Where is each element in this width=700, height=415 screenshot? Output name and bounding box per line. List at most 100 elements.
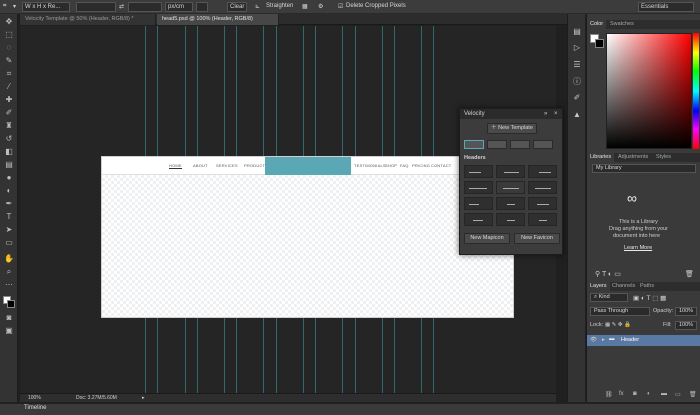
healing-tool-icon[interactable]: ✚ [3, 94, 15, 105]
filter-icons[interactable]: ▣ ◐ T ⬚ ▦ [633, 294, 666, 302]
tab-layers[interactable]: Layers [587, 282, 610, 291]
tab-styles[interactable]: Styles [653, 153, 674, 162]
nav-link-faq[interactable]: FAQ [400, 163, 409, 168]
brush-presets-icon[interactable]: ✐ [571, 92, 583, 103]
template-thumb[interactable] [487, 140, 507, 149]
new-mapicon-button[interactable]: New Mapicon [464, 233, 510, 244]
header-thumb[interactable] [464, 213, 493, 226]
mask-icon[interactable]: ◙ [633, 391, 637, 397]
more-tools-icon[interactable]: ⋯ [3, 279, 15, 290]
nav-link-testimonials[interactable]: TESTIMONIALS [354, 163, 386, 168]
background-color-swatch[interactable] [7, 300, 15, 308]
tab-paths[interactable]: Paths [637, 282, 657, 291]
tab-swatches[interactable]: Swatches [607, 20, 637, 29]
nav-link-contact[interactable]: CONTACT [431, 163, 451, 168]
delete-layer-icon[interactable]: 🗑 [689, 391, 697, 398]
info-icon[interactable]: ⓘ [571, 76, 583, 87]
header-thumb[interactable] [528, 213, 557, 226]
hand-tool-icon[interactable]: ✋ [3, 253, 15, 264]
play-icon[interactable]: ▸ [142, 394, 145, 402]
nav-link-pricing[interactable]: PRICING [412, 163, 430, 168]
straighten-label[interactable]: Straighten [266, 3, 293, 9]
hue-slider[interactable] [693, 33, 699, 149]
header-thumb[interactable] [464, 197, 493, 210]
properties-icon[interactable]: ☰ [571, 59, 583, 70]
fx-icon[interactable]: fx [619, 391, 624, 397]
template-thumb[interactable] [533, 140, 553, 149]
header-thumb[interactable] [528, 181, 557, 194]
stamp-tool-icon[interactable]: ♜ [3, 120, 15, 131]
brush-tool-icon[interactable]: ✐ [3, 107, 15, 118]
eyedropper-tool-icon[interactable]: ⁄ [3, 81, 15, 92]
tab-channels[interactable]: Channels [609, 282, 638, 291]
link-layers-icon[interactable]: ⛓ [605, 391, 613, 398]
quick-mask-icon[interactable]: ◙ [3, 312, 15, 323]
nav-link-shop[interactable]: SHOP [385, 163, 397, 168]
pen-tool-icon[interactable]: ✒ [3, 198, 15, 209]
unit-field[interactable]: px/cm [165, 2, 193, 12]
straighten-icon[interactable]: ⊾ [255, 3, 260, 10]
screen-mode-icon[interactable]: ▣ [3, 325, 15, 336]
history-brush-tool-icon[interactable]: ↺ [3, 133, 15, 144]
history-icon[interactable]: ▤ [571, 26, 583, 37]
new-favicon-button[interactable]: New Favicon [514, 233, 560, 244]
clear-button[interactable]: Clear [227, 2, 247, 12]
expand-arrow-icon[interactable]: ▸ [602, 337, 605, 343]
quick-select-tool-icon[interactable]: ✎ [3, 55, 15, 66]
path-select-tool-icon[interactable]: ➤ [3, 224, 15, 235]
header-thumb[interactable] [496, 197, 525, 210]
crop-tool-icon[interactable]: ⌗ [3, 68, 15, 79]
nav-link-home[interactable]: HOME [169, 163, 182, 169]
fill-field[interactable]: 100% [675, 321, 697, 330]
timeline-tab[interactable]: Timeline [24, 405, 46, 411]
crop-tool-icon[interactable]: ⌗ [3, 3, 6, 10]
tab-adjustments[interactable]: Adjustments [615, 153, 651, 162]
close-icon[interactable]: × [554, 109, 558, 119]
tab-head5[interactable]: head5.psd @ 100% (Header, RGB/8) [157, 14, 279, 25]
new-group-icon[interactable]: ▬ [661, 391, 667, 397]
velocity-icon[interactable]: ▲ [571, 109, 583, 120]
template-thumb[interactable] [464, 140, 484, 149]
new-template-button[interactable]: ＋ New Template [487, 123, 537, 134]
nav-link-services[interactable]: SERVICES [216, 163, 238, 168]
header-thumb[interactable] [496, 165, 525, 178]
tab-libraries[interactable]: Libraries [587, 153, 615, 162]
learn-more-link[interactable]: Learn More [624, 245, 652, 251]
velocity-panel-header[interactable]: Velocity » × [460, 109, 562, 119]
gear-icon[interactable]: ⚙ [318, 3, 323, 10]
header-thumb[interactable] [496, 181, 525, 194]
template-thumb[interactable] [510, 140, 530, 149]
tab-velocity-template[interactable]: Velocity Template @ 50% (Header, RGB/8) … [20, 14, 156, 25]
layer-row[interactable]: 👁 ▸ ▬ Header [587, 335, 700, 346]
header-thumb[interactable] [464, 181, 493, 194]
type-tool-icon[interactable]: T [3, 211, 15, 222]
delete-cropped-checkbox[interactable]: ☑ [338, 3, 343, 10]
color-picker-field[interactable] [606, 33, 692, 149]
lock-icons[interactable]: ▦ ✎ ✥ 🔒 [605, 322, 631, 328]
collapse-icon[interactable]: » [544, 109, 547, 119]
layer-kind-filter[interactable]: ⌕ Kind [590, 293, 628, 302]
document-canvas[interactable]: HOME ABOUT SERVICES PRODUCTS TESTIMONIAL… [101, 156, 514, 318]
width-field[interactable] [76, 2, 116, 12]
height-field[interactable] [128, 2, 162, 12]
ratio-select[interactable]: W x H x Re... [22, 2, 70, 12]
dodge-tool-icon[interactable]: ◐ [3, 185, 15, 196]
grid-overlay-icon[interactable]: ▦ [302, 3, 308, 10]
zoom-tool-icon[interactable]: ⌕ [3, 266, 15, 277]
new-layer-icon[interactable]: ▭ [675, 391, 681, 398]
actions-icon[interactable]: ▷ [571, 42, 583, 53]
library-tools-icon[interactable]: ⚲ T ◐ ▭ [595, 270, 621, 278]
header-thumb[interactable] [464, 165, 493, 178]
blend-mode-select[interactable]: Pass Through [590, 307, 650, 316]
tab-color[interactable]: Color [587, 20, 607, 29]
marquee-tool-icon[interactable]: ⬚ [3, 29, 15, 40]
blur-tool-icon[interactable]: ● [3, 172, 15, 183]
background-color-swatch[interactable] [595, 39, 604, 48]
opacity-field[interactable]: 100% [675, 307, 697, 316]
eraser-tool-icon[interactable]: ◧ [3, 146, 15, 157]
move-tool-icon[interactable]: ✥ [3, 16, 15, 27]
gradient-tool-icon[interactable]: ▤ [3, 159, 15, 170]
layer-name[interactable]: Header [621, 337, 639, 343]
library-select[interactable]: My Library [592, 164, 696, 173]
trash-icon[interactable]: 🗑 [685, 270, 694, 278]
